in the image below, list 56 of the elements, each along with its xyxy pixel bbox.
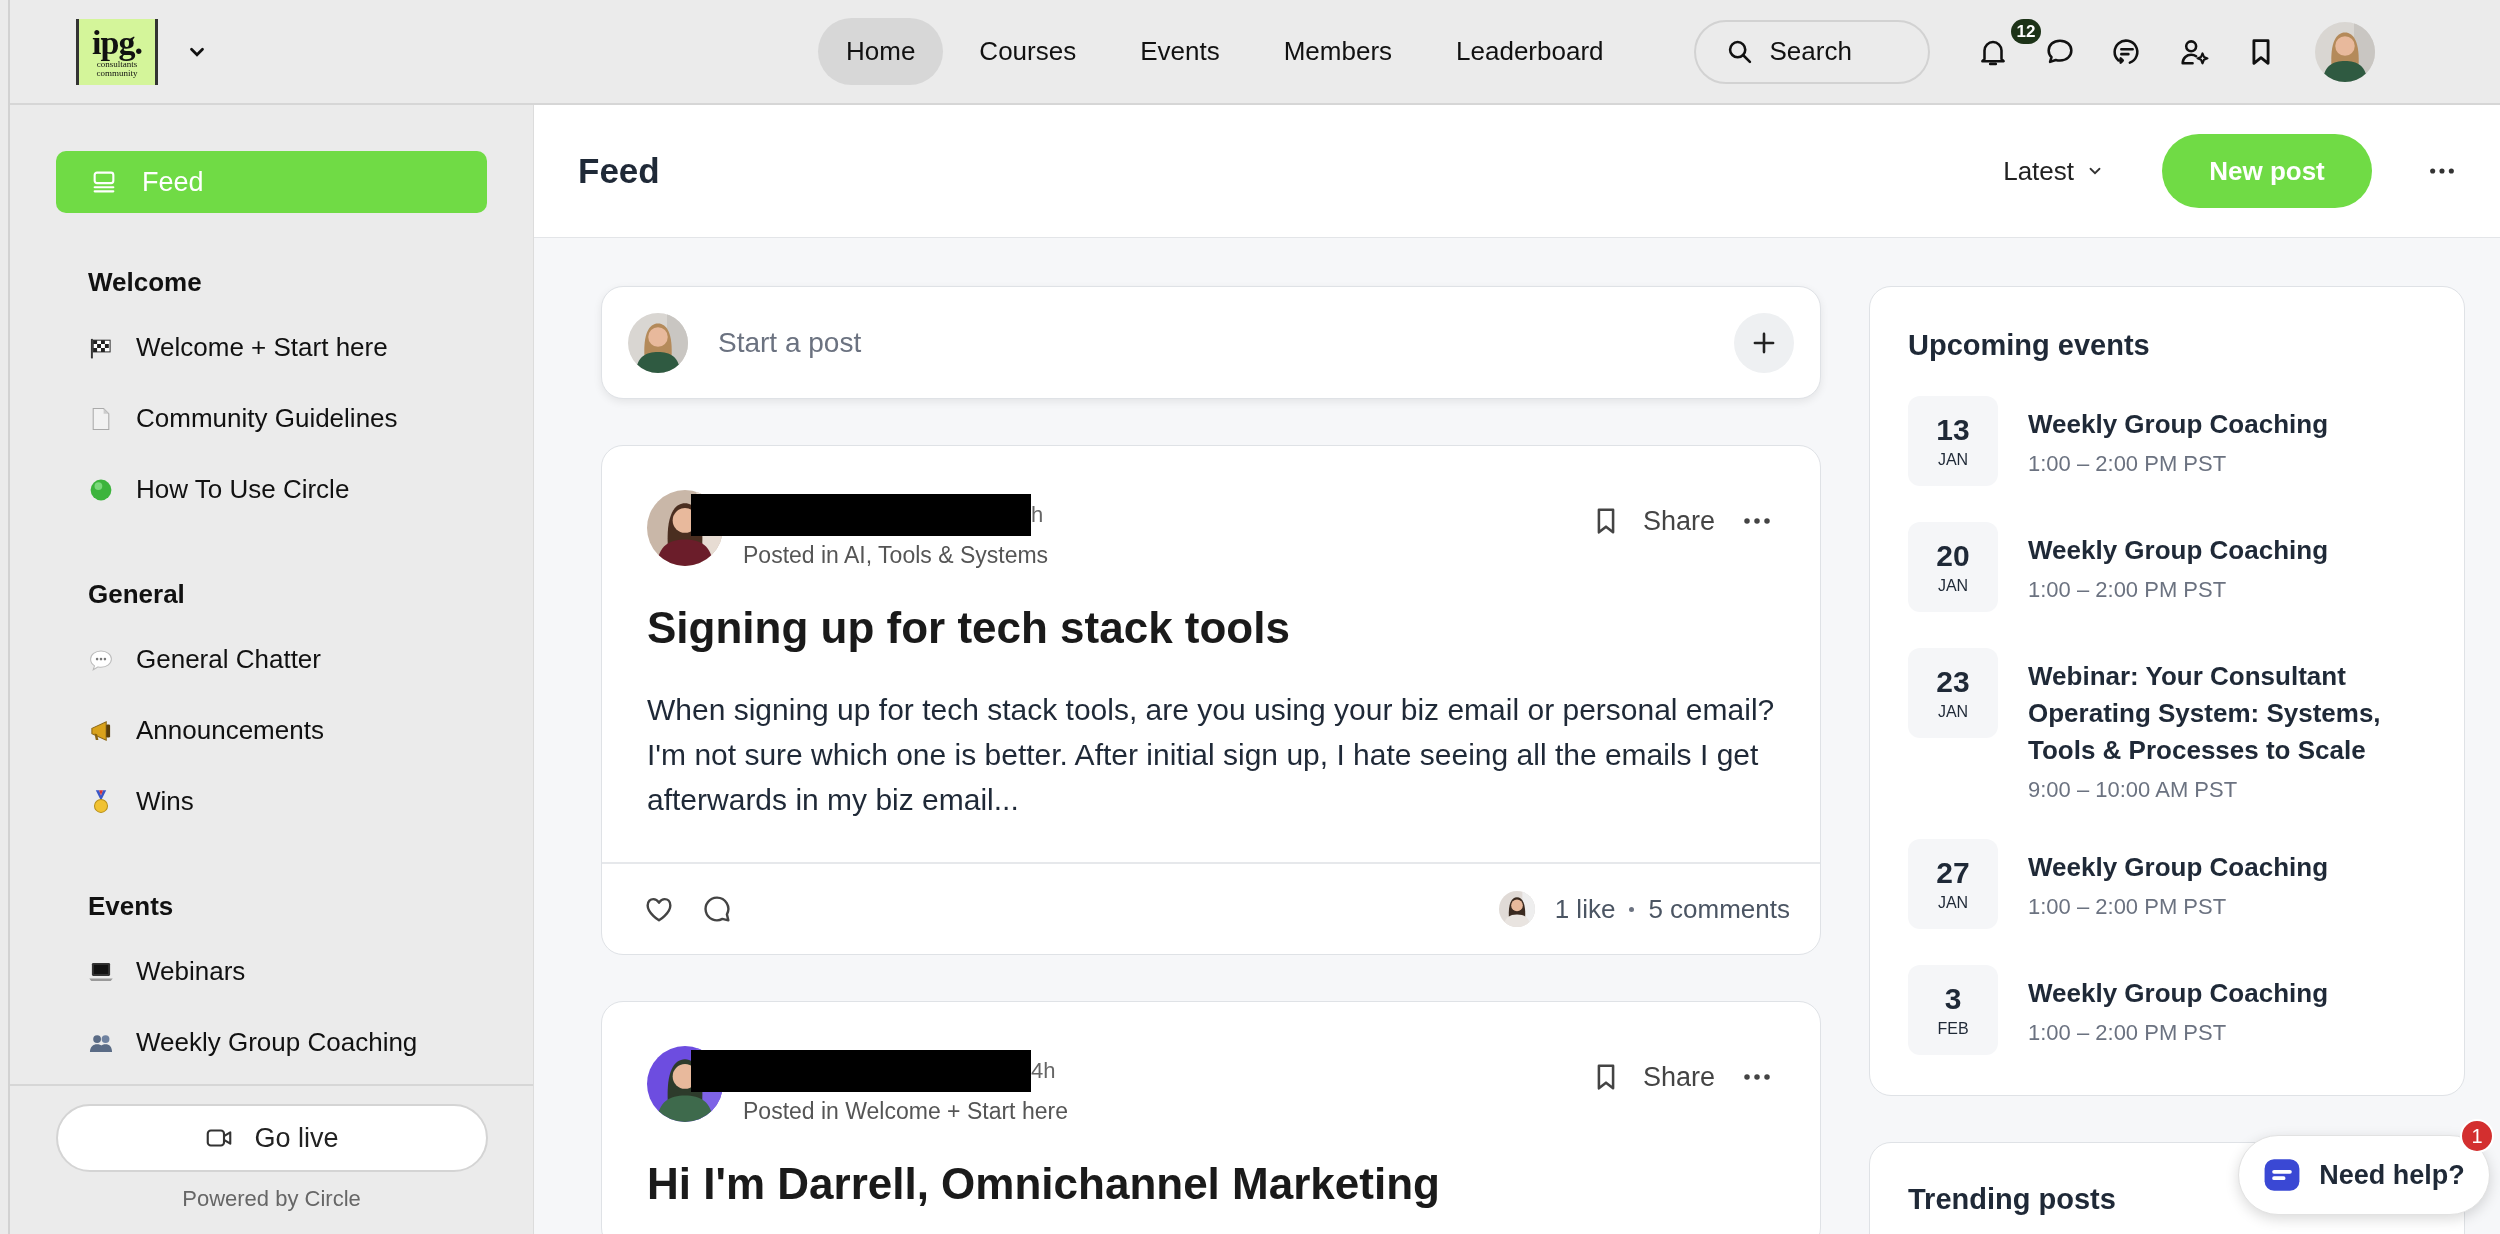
sidebar-item[interactable]: How To Use Circle (56, 454, 487, 525)
date-badge: 3 FEB (1908, 965, 1998, 1055)
composer-card[interactable]: Start a post (601, 286, 1821, 399)
event-time: 1:00 – 2:00 PM PST (2028, 894, 2228, 920)
composer-placeholder[interactable]: Start a post (718, 326, 1734, 359)
likes-count[interactable]: 1 like (1554, 893, 1616, 925)
section-heading: Events (87, 891, 175, 922)
sidebar-item[interactable]: Announcements (56, 695, 487, 766)
event-time: 9:00 – 10:00 AM PST (2028, 777, 2239, 803)
comments-count[interactable]: 5 comments (1648, 893, 1790, 925)
sidebar-item[interactable]: Wins (56, 766, 487, 837)
post-time: h (1031, 502, 1044, 528)
nav-tab[interactable]: Courses (951, 18, 1105, 85)
event-title[interactable]: Webinar: Your Consultant Operating System: Systems, Tools & Processes to Scale (2028, 658, 2426, 769)
event-time: 1:00 – 2:00 PM PST (2028, 577, 2228, 603)
date-badge: 13 JAN (1908, 396, 1998, 486)
sort-dropdown[interactable]: Latest (1997, 154, 2110, 188)
post-time: 4h (1031, 1058, 1056, 1084)
date-badge: 23 JAN (1908, 648, 1998, 738)
powered-by-text: Powered by Circle (182, 1186, 361, 1212)
chat-icon (2263, 1156, 2302, 1194)
more-icon[interactable] (2428, 166, 2456, 176)
card-title: Trending posts (1908, 1183, 2116, 1216)
share-button[interactable]: Share (1642, 505, 1715, 537)
notification-badge: 12 (2010, 18, 2042, 44)
section-heading: General (87, 579, 186, 610)
event-title[interactable]: Weekly Group Coaching (2028, 532, 2328, 569)
nav-tab[interactable]: Members (1255, 18, 1421, 85)
event-time: 1:00 – 2:00 PM PST (2028, 1020, 2228, 1046)
post-body: When signing up for tech stack tools, are you using your biz email or personal email? I'm not sure which one is better. After initial sign up, I hate seeing all the emails I get afterwards in my biz email... (647, 692, 1775, 818)
section-heading: Welcome (87, 267, 203, 298)
sidebar-item[interactable]: Community Guidelines (56, 383, 487, 454)
event-title[interactable]: Weekly Group Coaching (2028, 406, 2328, 443)
sidebar-item[interactable]: General Chatter (56, 624, 487, 695)
go-live-button[interactable]: Go live (55, 1104, 488, 1172)
date-badge: 20 JAN (1908, 522, 1998, 612)
card-title: Upcoming events (1908, 329, 2150, 362)
event-title[interactable]: Weekly Group Coaching (2028, 975, 2328, 1012)
post-category: Posted in AI, Tools & Systems (743, 542, 1050, 569)
nav-tab[interactable]: Events (1112, 18, 1248, 85)
event-title[interactable]: Weekly Group Coaching (2028, 849, 2328, 886)
post-category: Posted in Welcome + Start here (743, 1098, 1069, 1125)
nav-tab[interactable]: Home (818, 18, 944, 85)
sidebar-item[interactable]: Webinars (56, 936, 487, 1007)
share-button[interactable]: Share (1642, 1061, 1715, 1093)
post-title[interactable]: Hi I'm Darrell, Omnichannel Marketing (647, 1159, 1775, 1209)
community-logo[interactable]: ipg. consultants community (76, 18, 158, 85)
sidebar-item[interactable]: Welcome + Start here (56, 312, 487, 383)
post-title[interactable]: Signing up for tech stack tools (647, 603, 1775, 653)
page-title: Feed (578, 151, 661, 191)
separator-dot (1629, 906, 1635, 912)
nav-tab[interactable]: Leaderboard (1428, 18, 1632, 85)
search-field[interactable]: Search (1693, 19, 1930, 84)
event-time: 1:00 – 2:00 PM PST (2028, 451, 2228, 477)
sidebar-item[interactable]: Weekly Group Coaching (56, 1007, 487, 1078)
date-badge: 27 JAN (1908, 839, 1998, 929)
